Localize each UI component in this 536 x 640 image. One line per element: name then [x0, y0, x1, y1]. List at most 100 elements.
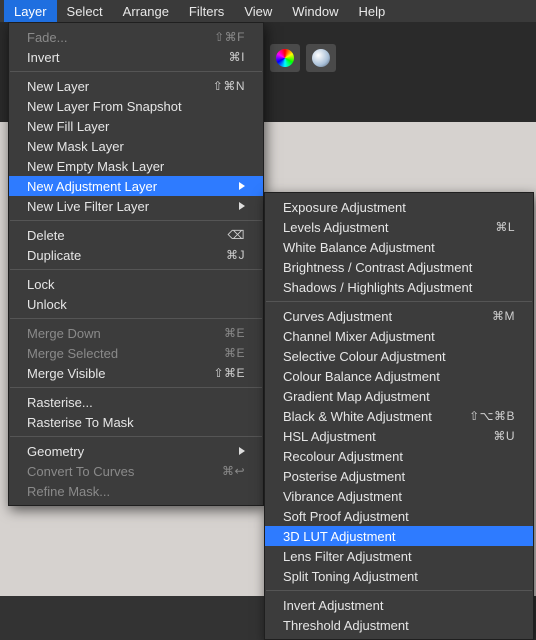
toolbar-icons	[270, 44, 336, 72]
adjustment-item-posterise-adjustment[interactable]: Posterise Adjustment	[265, 466, 533, 486]
separator	[10, 318, 262, 319]
menu-item-label: Rasterise To Mask	[27, 415, 245, 430]
adjustment-item-black-white-adjustment[interactable]: Black & White Adjustment⇧⌥⌘B	[265, 406, 533, 426]
menu-item-label: Merge Selected	[27, 346, 205, 361]
adjustment-item-split-toning-adjustment[interactable]: Split Toning Adjustment	[265, 566, 533, 586]
menu-item-shortcut: ⌫	[205, 228, 245, 242]
layer-menu-item-geometry[interactable]: Geometry	[9, 441, 263, 461]
layer-menu-item-lock[interactable]: Lock	[9, 274, 263, 294]
adjustment-item-vibrance-adjustment[interactable]: Vibrance Adjustment	[265, 486, 533, 506]
adjustment-item-white-balance-adjustment[interactable]: White Balance Adjustment	[265, 237, 533, 257]
menu-item-shortcut: ⇧⌘N	[205, 79, 245, 93]
menu-item-label: Merge Down	[27, 326, 205, 341]
layer-menu-item-convert-to-curves: Convert To Curves⌘↩	[9, 461, 263, 481]
menu-item-shortcut: ⇧⌘F	[205, 30, 245, 44]
menu-item-label: Gradient Map Adjustment	[283, 389, 515, 404]
adjustment-item-hsl-adjustment[interactable]: HSL Adjustment⌘U	[265, 426, 533, 446]
adjustment-item-channel-mixer-adjustment[interactable]: Channel Mixer Adjustment	[265, 326, 533, 346]
menu-item-label: Exposure Adjustment	[283, 200, 515, 215]
menu-item-label: Threshold Adjustment	[283, 618, 515, 633]
layer-menu-item-merge-selected: Merge Selected⌘E	[9, 343, 263, 363]
adjustment-item-3d-lut-adjustment[interactable]: 3D LUT Adjustment	[265, 526, 533, 546]
adjustment-item-levels-adjustment[interactable]: Levels Adjustment⌘L	[265, 217, 533, 237]
adjustment-item-recolour-adjustment[interactable]: Recolour Adjustment	[265, 446, 533, 466]
adjustment-item-selective-colour-adjustment[interactable]: Selective Colour Adjustment	[265, 346, 533, 366]
menu-item-shortcut: ⌘↩	[205, 464, 245, 478]
adjustment-item-invert-adjustment[interactable]: Invert Adjustment	[265, 595, 533, 615]
adjustment-item-shadows-highlights-adjustment[interactable]: Shadows / Highlights Adjustment	[265, 277, 533, 297]
layer-menu-item-merge-visible[interactable]: Merge Visible⇧⌘E	[9, 363, 263, 383]
menubar-item-help[interactable]: Help	[349, 0, 396, 22]
menu-item-shortcut: ⌘E	[205, 346, 245, 360]
layer-menu-item-new-live-filter-layer[interactable]: New Live Filter Layer	[9, 196, 263, 216]
adjustment-item-lens-filter-adjustment[interactable]: Lens Filter Adjustment	[265, 546, 533, 566]
layer-menu-item-unlock[interactable]: Unlock	[9, 294, 263, 314]
adjustment-item-exposure-adjustment[interactable]: Exposure Adjustment	[265, 197, 533, 217]
adjustment-item-brightness-contrast-adjustment[interactable]: Brightness / Contrast Adjustment	[265, 257, 533, 277]
menu-item-label: Soft Proof Adjustment	[283, 509, 515, 524]
adjustment-item-colour-balance-adjustment[interactable]: Colour Balance Adjustment	[265, 366, 533, 386]
separator	[10, 71, 262, 72]
separator	[10, 387, 262, 388]
menu-item-label: Duplicate	[27, 248, 205, 263]
separator	[10, 269, 262, 270]
layer-menu-item-new-layer-from-snapshot[interactable]: New Layer From Snapshot	[9, 96, 263, 116]
menubar-item-filters[interactable]: Filters	[179, 0, 234, 22]
menubar-item-arrange[interactable]: Arrange	[113, 0, 179, 22]
menu-item-shortcut: ⌘M	[475, 309, 515, 323]
sphere-swatch-icon[interactable]	[306, 44, 336, 72]
menu-item-label: New Empty Mask Layer	[27, 159, 245, 174]
menu-item-label: Shadows / Highlights Adjustment	[283, 280, 515, 295]
adjustment-item-curves-adjustment[interactable]: Curves Adjustment⌘M	[265, 306, 533, 326]
menu-item-label: Invert	[27, 50, 205, 65]
layer-menu-item-new-layer[interactable]: New Layer⇧⌘N	[9, 76, 263, 96]
menu-item-shortcut: ⌘L	[475, 220, 515, 234]
menu-item-shortcut: ⌘E	[205, 326, 245, 340]
separator	[10, 436, 262, 437]
layer-menu-item-new-empty-mask-layer[interactable]: New Empty Mask Layer	[9, 156, 263, 176]
menubar-item-layer[interactable]: Layer	[4, 0, 57, 22]
layer-menu-item-rasterise[interactable]: Rasterise...	[9, 392, 263, 412]
gradient-swatch-icon[interactable]	[270, 44, 300, 72]
menu-item-label: Split Toning Adjustment	[283, 569, 515, 584]
menu-item-label: Black & White Adjustment	[283, 409, 469, 424]
menu-item-label: Levels Adjustment	[283, 220, 475, 235]
menu-item-label: New Adjustment Layer	[27, 179, 233, 194]
new-adjustment-layer-submenu: Exposure AdjustmentLevels Adjustment⌘LWh…	[264, 192, 534, 640]
menubar-item-select[interactable]: Select	[57, 0, 113, 22]
menu-item-label: Convert To Curves	[27, 464, 205, 479]
menu-item-label: Unlock	[27, 297, 245, 312]
menu-item-label: 3D LUT Adjustment	[283, 529, 515, 544]
layer-menu-item-rasterise-to-mask[interactable]: Rasterise To Mask	[9, 412, 263, 432]
submenu-arrow-icon	[239, 182, 245, 190]
menubar-item-view[interactable]: View	[234, 0, 282, 22]
layer-menu-item-refine-mask: Refine Mask...	[9, 481, 263, 501]
menu-item-label: Merge Visible	[27, 366, 205, 381]
layer-menu-item-fade: Fade...⇧⌘F	[9, 27, 263, 47]
adjustment-item-gradient-map-adjustment[interactable]: Gradient Map Adjustment	[265, 386, 533, 406]
layer-menu-item-duplicate[interactable]: Duplicate⌘J	[9, 245, 263, 265]
layer-menu: Fade...⇧⌘FInvert⌘INew Layer⇧⌘NNew Layer …	[8, 22, 264, 506]
menu-item-label: Curves Adjustment	[283, 309, 475, 324]
menu-item-label: Selective Colour Adjustment	[283, 349, 515, 364]
adjustment-item-threshold-adjustment[interactable]: Threshold Adjustment	[265, 615, 533, 635]
layer-menu-item-new-fill-layer[interactable]: New Fill Layer	[9, 116, 263, 136]
submenu-arrow-icon	[239, 202, 245, 210]
layer-menu-item-delete[interactable]: Delete⌫	[9, 225, 263, 245]
menu-item-label: Fade...	[27, 30, 205, 45]
layer-menu-item-invert[interactable]: Invert⌘I	[9, 47, 263, 67]
separator	[10, 220, 262, 221]
menu-item-label: Lens Filter Adjustment	[283, 549, 515, 564]
menu-item-label: Refine Mask...	[27, 484, 245, 499]
layer-menu-item-new-mask-layer[interactable]: New Mask Layer	[9, 136, 263, 156]
menu-item-shortcut: ⌘J	[205, 248, 245, 262]
layer-menu-item-new-adjustment-layer[interactable]: New Adjustment Layer	[9, 176, 263, 196]
menu-item-label: Brightness / Contrast Adjustment	[283, 260, 515, 275]
menubar-item-window[interactable]: Window	[282, 0, 348, 22]
menu-item-shortcut: ⌘U	[475, 429, 515, 443]
menu-item-label: New Live Filter Layer	[27, 199, 233, 214]
menu-item-label: Geometry	[27, 444, 233, 459]
menu-item-label: Lock	[27, 277, 245, 292]
separator	[266, 301, 532, 302]
adjustment-item-soft-proof-adjustment[interactable]: Soft Proof Adjustment	[265, 506, 533, 526]
